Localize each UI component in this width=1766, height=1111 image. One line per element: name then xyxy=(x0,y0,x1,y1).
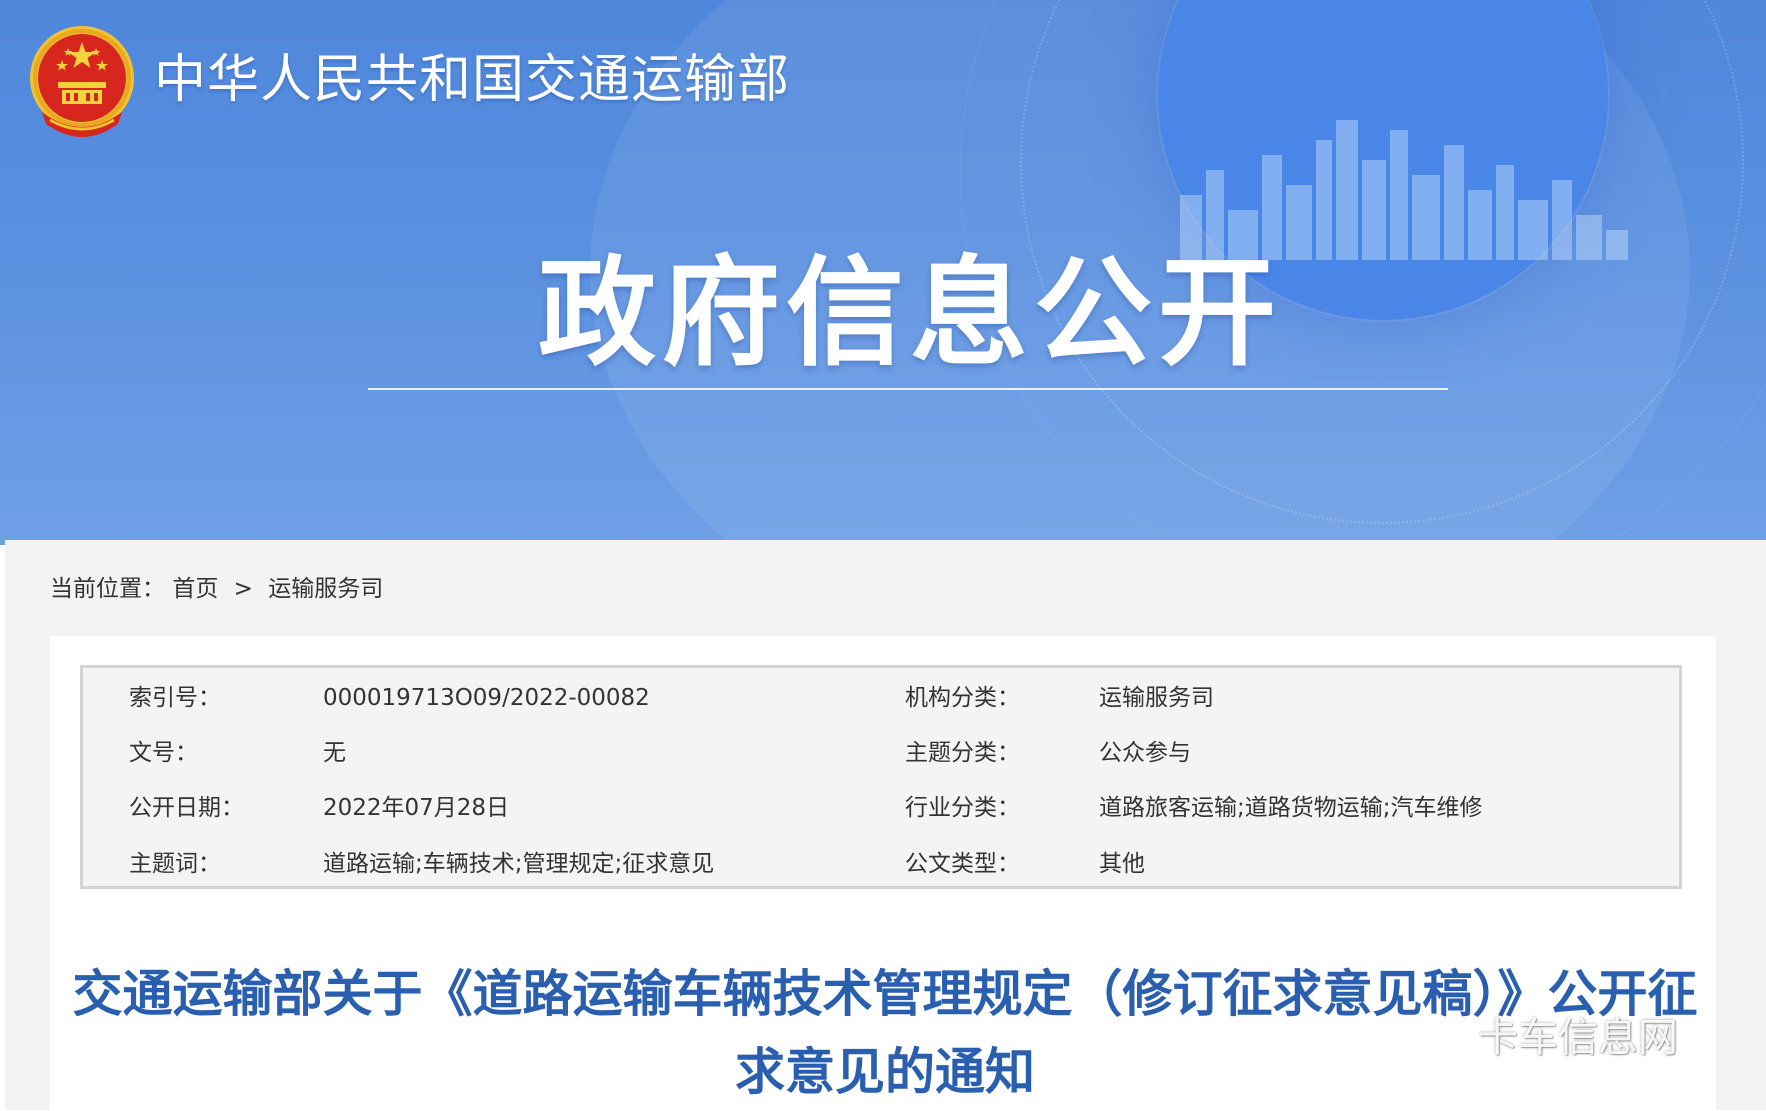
info-value: 运输服务司 xyxy=(1099,685,1214,711)
info-row: 主题词： 道路运输;车辆技术;管理规定;征求意见 公文类型： 其他 xyxy=(83,844,1679,884)
info-value: 无 xyxy=(323,740,346,766)
info-label: 公文类型： xyxy=(905,851,1020,877)
info-value: 道路旅客运输;道路货物运输;汽车维修 xyxy=(1099,795,1483,821)
info-value: 000019713O09/2022-00082 xyxy=(323,685,650,711)
breadcrumb-home-link[interactable]: 首页 xyxy=(172,572,218,606)
breadcrumb-current-link[interactable]: 运输服务司 xyxy=(268,572,383,606)
breadcrumb-label: 当前位置： xyxy=(50,576,165,602)
section-title: 政府信息公开 xyxy=(537,244,1282,382)
info-row: 公开日期： 2022年07月28日 行业分类： 道路旅客运输;道路货物运输;汽车… xyxy=(83,788,1679,828)
watermark-text: 卡车信息网 xyxy=(1478,1015,1678,1061)
title-divider xyxy=(368,388,1448,390)
info-row: 文号： 无 主题分类： 公众参与 xyxy=(83,733,1679,773)
info-label: 主题分类： xyxy=(905,740,1020,766)
national-emblem-icon xyxy=(30,26,134,137)
header-banner: 中华人民共和国交通运输部 政府信息公开 xyxy=(0,0,1766,545)
info-label: 索引号： xyxy=(129,685,221,711)
info-value: 公众参与 xyxy=(1099,740,1191,766)
info-label: 行业分类： xyxy=(905,795,1020,821)
info-label: 文号： xyxy=(129,740,198,766)
breadcrumb-separator: > xyxy=(233,576,253,602)
info-value: 2022年07月28日 xyxy=(323,795,510,821)
info-table: 索引号： 000019713O09/2022-00082 机构分类： 运输服务司… xyxy=(80,665,1682,889)
breadcrumb: 当前位置： 首页 > 运输服务司 xyxy=(50,572,383,606)
city-skyline-graphic xyxy=(1180,120,1628,260)
info-label: 公开日期： xyxy=(129,795,244,821)
ministry-name[interactable]: 中华人民共和国交通运输部 xyxy=(154,44,790,116)
watermark: 卡车信息网 xyxy=(1410,1004,1678,1064)
info-value: 其他 xyxy=(1099,851,1145,877)
info-label: 机构分类： xyxy=(905,685,1020,711)
wechat-icon xyxy=(1412,1013,1468,1058)
info-row: 索引号： 000019713O09/2022-00082 机构分类： 运输服务司 xyxy=(83,678,1679,718)
info-value: 道路运输;车辆技术;管理规定;征求意见 xyxy=(323,851,715,877)
info-label: 主题词： xyxy=(129,851,221,877)
